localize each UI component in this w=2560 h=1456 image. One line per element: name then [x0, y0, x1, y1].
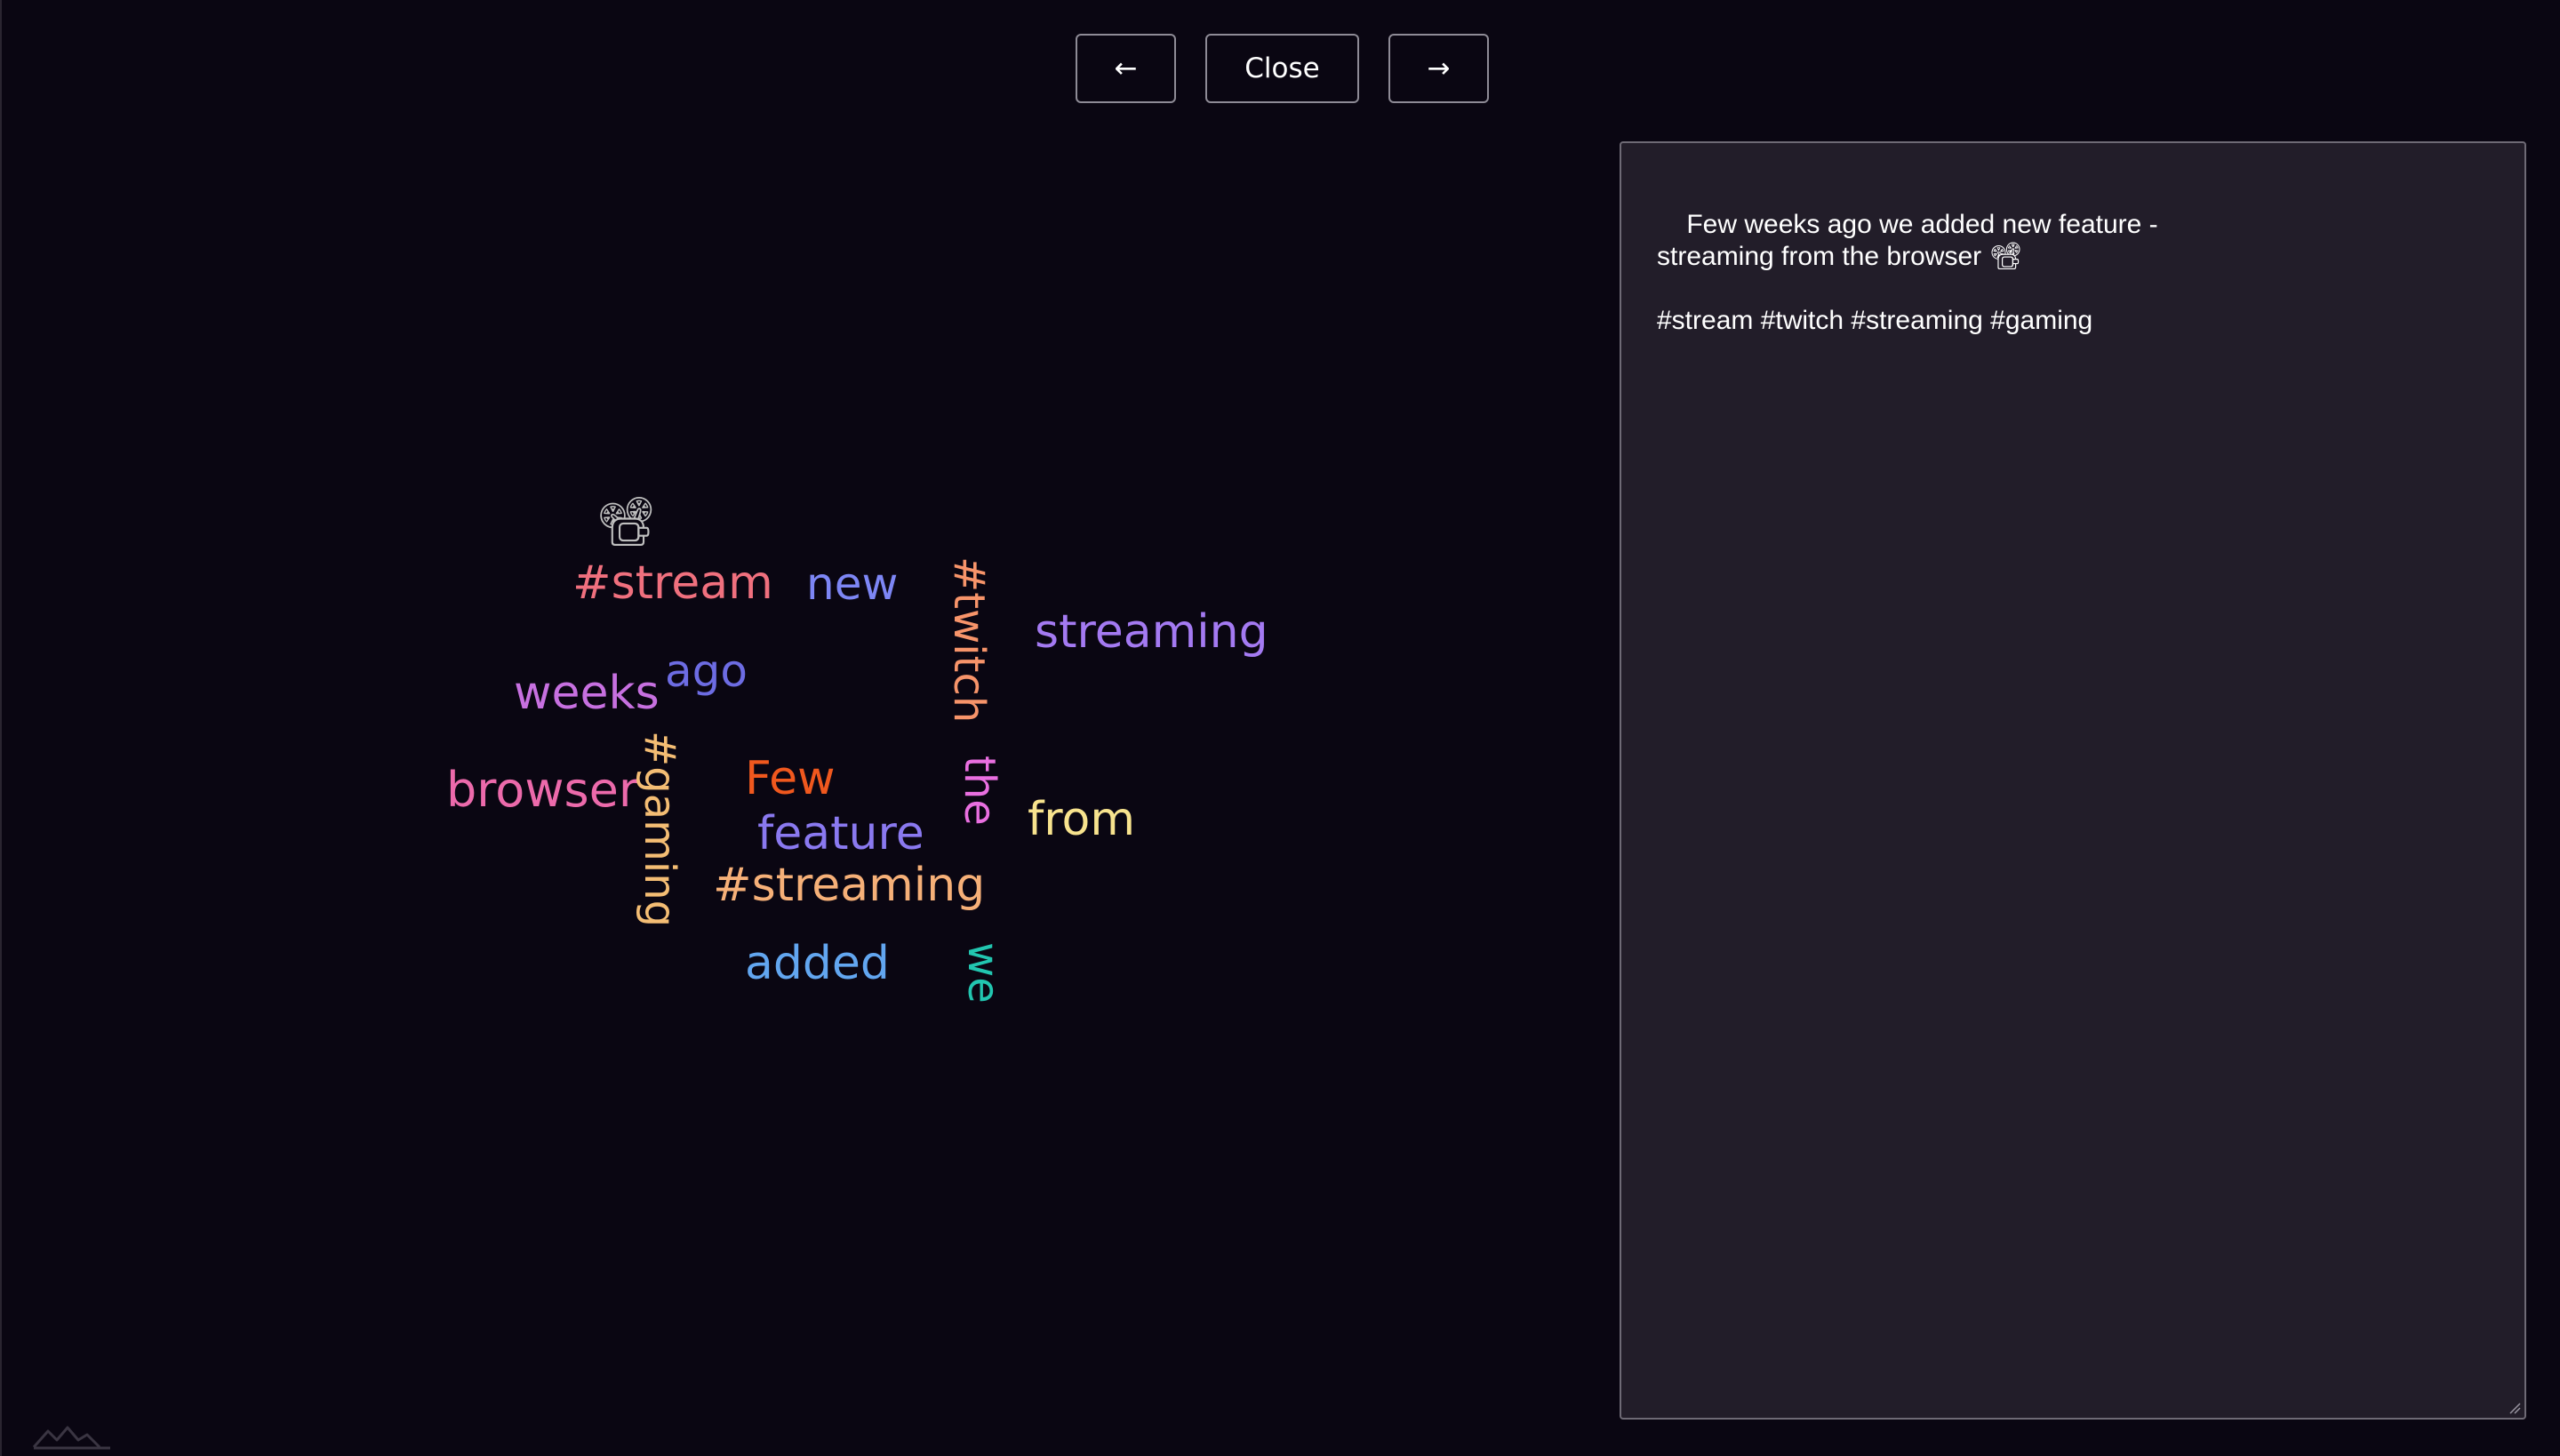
cloud-word: feature [757, 807, 924, 860]
cloud-word: #twitch [944, 556, 994, 724]
cloud-word: weeks [514, 667, 660, 720]
cloud-word: streaming [1035, 605, 1268, 659]
mountain-logo-icon [32, 1426, 110, 1450]
cloud-word: #stream [572, 556, 773, 610]
cloud-word: #gaming [635, 731, 684, 928]
cloud-word: ago [665, 645, 748, 697]
cloud-word: new [806, 558, 899, 610]
post-text[interactable]: Few weeks ago we added new feature - str… [1657, 210, 2158, 335]
cloud-word: browser [446, 762, 639, 818]
cloud-word: from [1028, 793, 1136, 846]
projector-emoji-word: 📽 [596, 493, 657, 549]
cloud-word: Few [745, 752, 836, 805]
cloud-word: we [958, 942, 1008, 1004]
app-window: ← Close → 📽 #stream new #twitch streamin… [0, 0, 2560, 1456]
resize-handle-icon[interactable] [2508, 1402, 2521, 1414]
cloud-word: #streaming [713, 859, 986, 912]
post-text-area[interactable]: Few weeks ago we added new feature - str… [1620, 141, 2526, 1420]
cloud-word: the [955, 756, 1004, 826]
word-cloud: 📽 #stream new #twitch streaming weeks ag… [2, 0, 1602, 1456]
cloud-word: added [745, 937, 890, 990]
